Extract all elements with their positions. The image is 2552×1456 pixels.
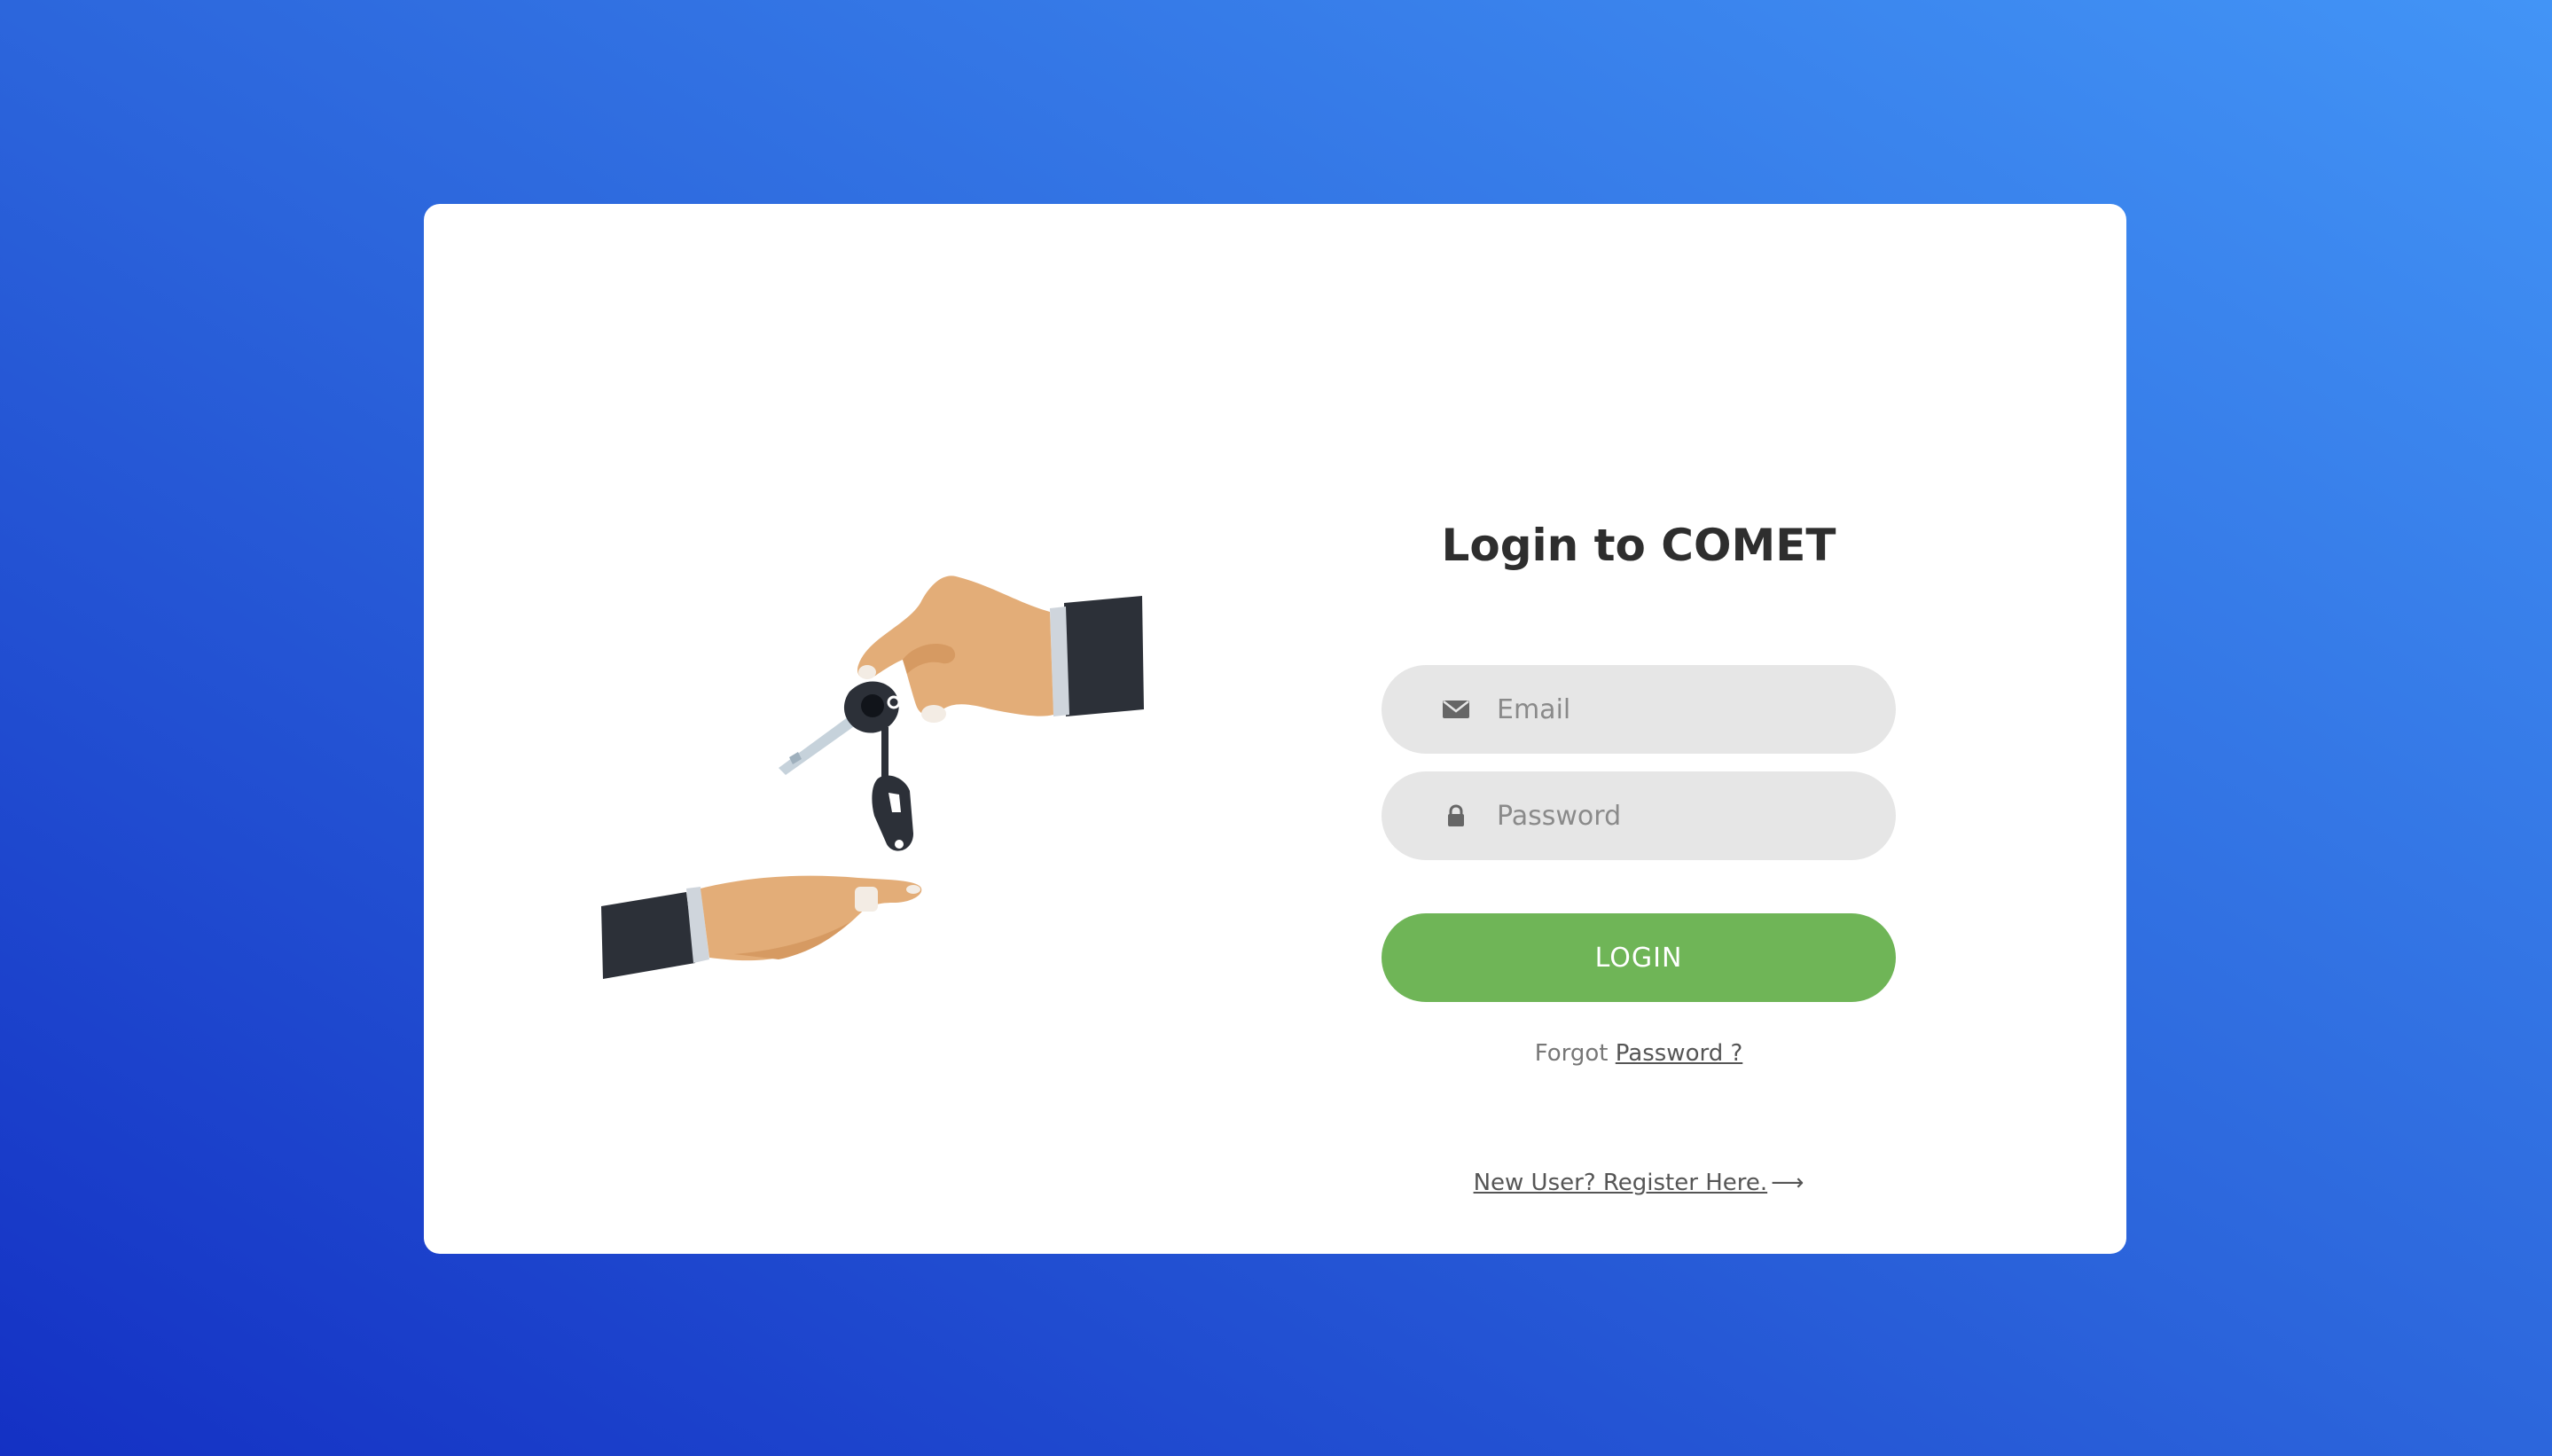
password-field-wrapper[interactable] bbox=[1382, 771, 1896, 860]
register-link-label: New User? Register Here. bbox=[1473, 1170, 1768, 1196]
email-field[interactable] bbox=[1497, 683, 1869, 736]
receiving-hand bbox=[601, 875, 922, 979]
register-row: New User? Register Here. ⟶ bbox=[1474, 1167, 1804, 1199]
envelope-icon bbox=[1442, 695, 1470, 724]
forgot-prefix: Forgot bbox=[1534, 1040, 1609, 1067]
login-form: Login to COMET LOGIN Forgot Passw bbox=[1382, 514, 1896, 1199]
page-title: Login to COMET bbox=[1441, 520, 1836, 571]
arrow-right-icon: ⟶ bbox=[1771, 1170, 1804, 1196]
car-key bbox=[779, 681, 913, 851]
login-button[interactable]: LOGIN bbox=[1382, 913, 1896, 1002]
car-keys-illustration bbox=[601, 575, 1144, 979]
forgot-password-link[interactable]: Password ? bbox=[1616, 1040, 1743, 1067]
password-field[interactable] bbox=[1497, 789, 1869, 842]
forgot-password-row: Forgot Password ? bbox=[1535, 1037, 1743, 1069]
giving-hand bbox=[857, 575, 1144, 723]
email-field-wrapper[interactable] bbox=[1382, 665, 1896, 754]
login-card: Login to COMET LOGIN Forgot Passw bbox=[424, 204, 2126, 1254]
register-link[interactable]: New User? Register Here. bbox=[1474, 1170, 1768, 1196]
lock-icon bbox=[1442, 802, 1470, 830]
